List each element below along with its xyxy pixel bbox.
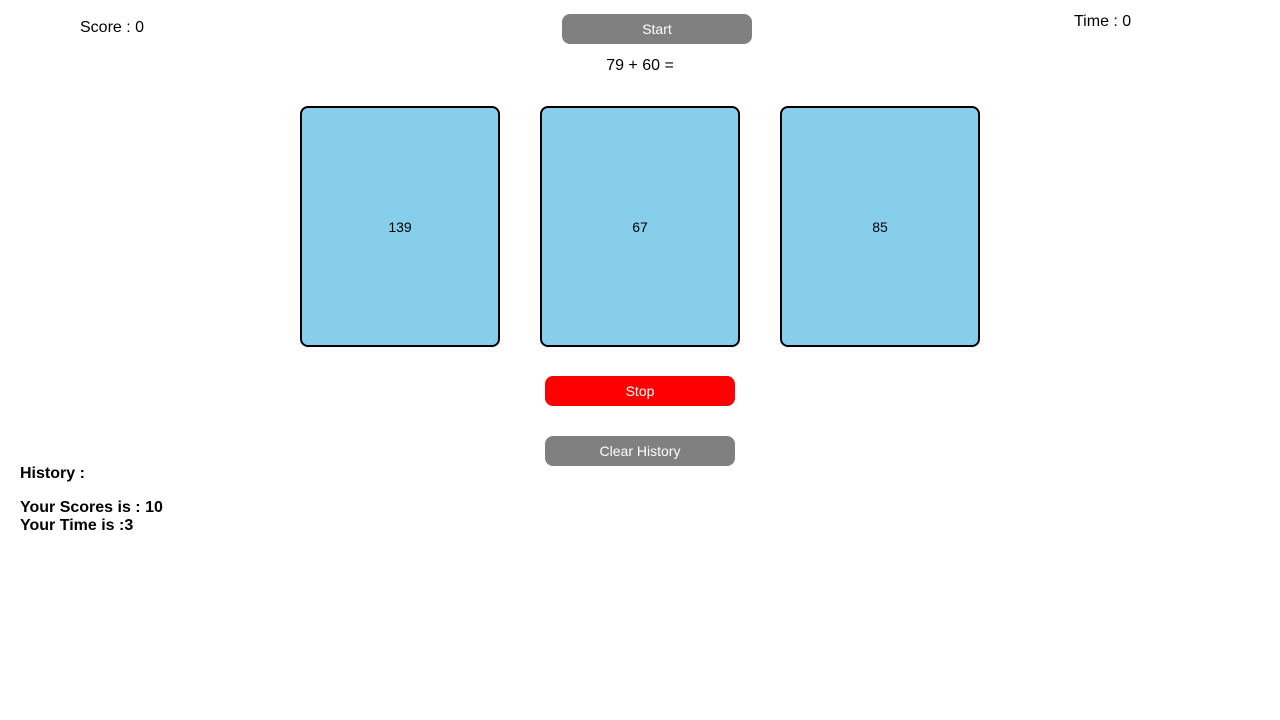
time-display: Time : 0 — [1074, 13, 1132, 30]
answer-card-3-value: 85 — [872, 218, 888, 235]
math-question: 79 + 60 = — [606, 57, 674, 74]
game-page: Score : 0 Start Time : 0 79 + 60 = 139 6… — [0, 0, 1280, 720]
clear-history-button[interactable]: Clear History — [545, 436, 735, 466]
history-entry: Your Scores is : 10 Your Time is :3 — [20, 499, 163, 535]
answer-card-2[interactable]: 67 — [540, 106, 740, 347]
score-display: Score : 0 — [80, 19, 145, 36]
answer-card-1[interactable]: 139 — [300, 106, 500, 347]
answer-card-2-value: 67 — [632, 218, 648, 235]
stop-button[interactable]: Stop — [545, 376, 735, 406]
history-title: History : — [20, 465, 85, 482]
history-time-line: Your Time is :3 — [20, 517, 134, 534]
answer-card-3[interactable]: 85 — [780, 106, 980, 347]
answer-card-1-value: 139 — [388, 218, 412, 235]
history-score-line: Your Scores is : 10 — [20, 499, 163, 516]
start-button[interactable]: Start — [562, 14, 752, 44]
